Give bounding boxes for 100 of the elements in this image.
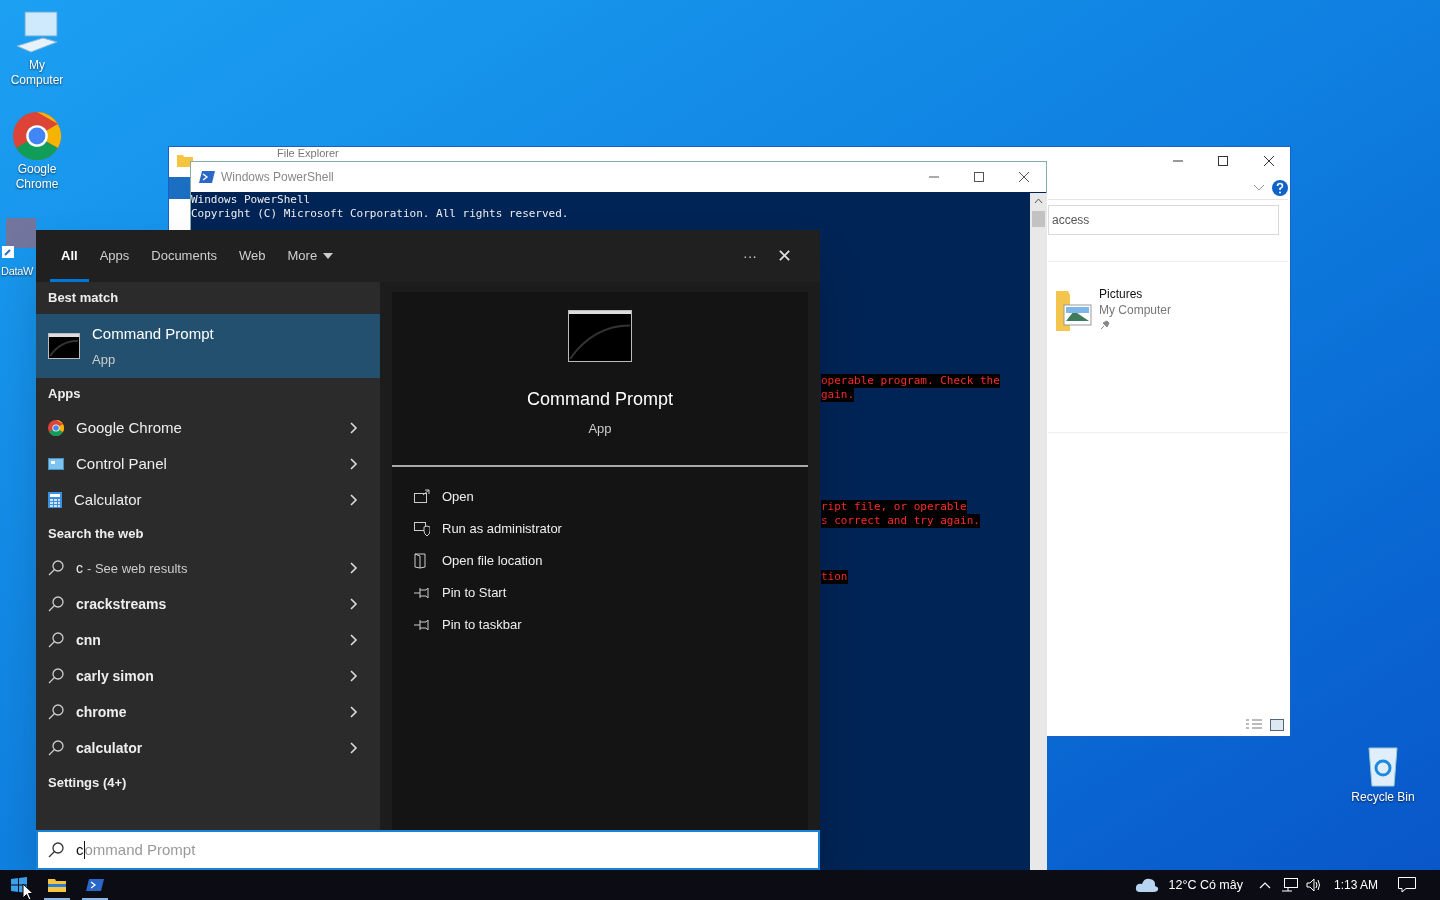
search-icon [48, 704, 64, 720]
console-line: Windows PowerShell [191, 193, 312, 207]
chevron-down-icon[interactable] [1253, 184, 1265, 192]
control-panel-icon [48, 458, 64, 470]
filter-tab[interactable]: All [50, 230, 89, 282]
caret-icon [323, 253, 334, 259]
close-icon[interactable] [1018, 171, 1030, 183]
mouse-pointer-icon [22, 883, 34, 900]
error-text: gain. [821, 388, 855, 402]
chevron-right-icon[interactable] [350, 422, 358, 434]
error-text: ript file, or operable [821, 500, 967, 514]
command-prompt-icon [48, 333, 80, 359]
search-icon [48, 560, 64, 576]
search-query: c [76, 558, 83, 578]
chevron-right-icon[interactable] [350, 494, 358, 506]
typed-text: c [76, 839, 84, 860]
chrome-icon [13, 112, 61, 160]
search-hint: - See web results [87, 559, 188, 578]
pinned-folder-name[interactable]: Pictures [1099, 285, 1143, 303]
preview-subtitle: App [588, 420, 612, 438]
window-title: File Explorer [277, 147, 339, 160]
more-options-button[interactable]: ··· [733, 230, 767, 282]
scroll-up-icon[interactable] [1034, 198, 1043, 204]
folder-icon [48, 878, 66, 892]
cloud-icon [1135, 877, 1160, 893]
search-icon [48, 668, 64, 684]
search-query: cnn [76, 630, 101, 650]
filter-tab[interactable]: More [276, 230, 345, 282]
scrollbar-thumb[interactable] [1032, 211, 1045, 227]
action-item[interactable]: Open [414, 480, 786, 513]
chevron-right-icon[interactable] [350, 670, 358, 682]
notification-icon[interactable] [1398, 877, 1416, 893]
calculator-icon [48, 492, 62, 508]
action-item[interactable]: Pin to Start [414, 576, 786, 609]
text-cursor [83, 841, 85, 859]
app-result[interactable]: Control Panel [36, 446, 380, 482]
section-heading: Best match [47, 289, 120, 308]
error-text: tion [821, 570, 848, 584]
weather-text[interactable]: 12°C Có mây [1168, 875, 1243, 895]
chevron-right-icon[interactable] [350, 742, 358, 754]
section-heading: Search the web [47, 525, 145, 544]
search-icon [48, 842, 64, 858]
action-item[interactable]: Pin to taskbar [414, 608, 786, 641]
search-field[interactable]: command Prompt [36, 830, 820, 870]
preview-title: Command Prompt [526, 388, 674, 411]
filter-tab[interactable]: Web [228, 230, 277, 282]
chevron-right-icon[interactable] [350, 706, 358, 718]
clock[interactable]: 1:13 AM [1333, 876, 1378, 894]
chevron-right-icon[interactable] [350, 562, 358, 574]
search-icon [48, 740, 64, 756]
search-icon [48, 596, 64, 612]
console-line: Copyright (C) Microsoft Corporation. All rights reserved. [191, 207, 570, 221]
app-result[interactable]: Calculator [36, 482, 380, 518]
app-result[interactable]: Google Chrome [36, 410, 380, 446]
navigation-highlight [169, 177, 191, 199]
filter-tab[interactable]: Apps [88, 230, 141, 282]
help-icon[interactable] [1272, 180, 1288, 196]
chevron-right-icon[interactable] [350, 458, 358, 470]
volume-icon[interactable] [1305, 878, 1322, 892]
best-match-item[interactable]: Command Prompt App [36, 314, 380, 378]
search-query: crackstreams [76, 594, 167, 614]
pin-icon [1100, 320, 1110, 330]
section-heading: Apps [47, 385, 82, 404]
search-icon [48, 632, 64, 648]
error-text: s correct and try again. [821, 514, 980, 528]
search-query: chrome [76, 702, 127, 722]
shield-icon [414, 520, 430, 537]
open-icon [414, 488, 430, 505]
settings-results-link[interactable]: Settings (4+) [36, 766, 380, 800]
close-button[interactable]: ✕ [767, 230, 802, 282]
maximize-icon[interactable] [1217, 155, 1229, 167]
action-item[interactable]: Run as administrator [414, 512, 786, 545]
error-text: operable program. Check the [821, 374, 1000, 388]
web-result[interactable]: cnn [36, 622, 380, 658]
web-result[interactable]: crackstreams [36, 586, 380, 622]
folder-icon [177, 153, 193, 167]
window-title: Windows PowerShell [221, 169, 334, 186]
action-item[interactable]: Open file location [414, 544, 786, 577]
powershell-icon [199, 170, 215, 184]
chevron-right-icon[interactable] [350, 634, 358, 646]
desktop-icon-label[interactable]: Recycle Bin [1351, 790, 1415, 805]
powershell-icon [86, 878, 104, 892]
command-prompt-icon [568, 310, 632, 362]
filter-tab[interactable]: Documents [140, 230, 228, 282]
chrome-icon [48, 420, 64, 436]
web-result[interactable]: c - See web results [36, 550, 380, 586]
search-query: calculator [76, 738, 143, 758]
scrollbar[interactable] [1030, 193, 1047, 871]
chevron-up-icon[interactable] [1258, 881, 1271, 889]
maximize-icon[interactable] [973, 171, 985, 183]
network-icon[interactable] [1281, 878, 1298, 892]
search-field[interactable]: access [1048, 205, 1279, 235]
web-result[interactable]: calculator [36, 730, 380, 766]
web-result[interactable]: chrome [36, 694, 380, 730]
chevron-right-icon[interactable] [350, 598, 358, 610]
close-icon[interactable] [1263, 155, 1275, 167]
large-icons-view-icon[interactable] [1270, 719, 1284, 731]
search-query: carly simon [76, 666, 154, 686]
web-result[interactable]: carly simon [36, 658, 380, 694]
pinned-folder-location: My Computer [1099, 302, 1172, 319]
